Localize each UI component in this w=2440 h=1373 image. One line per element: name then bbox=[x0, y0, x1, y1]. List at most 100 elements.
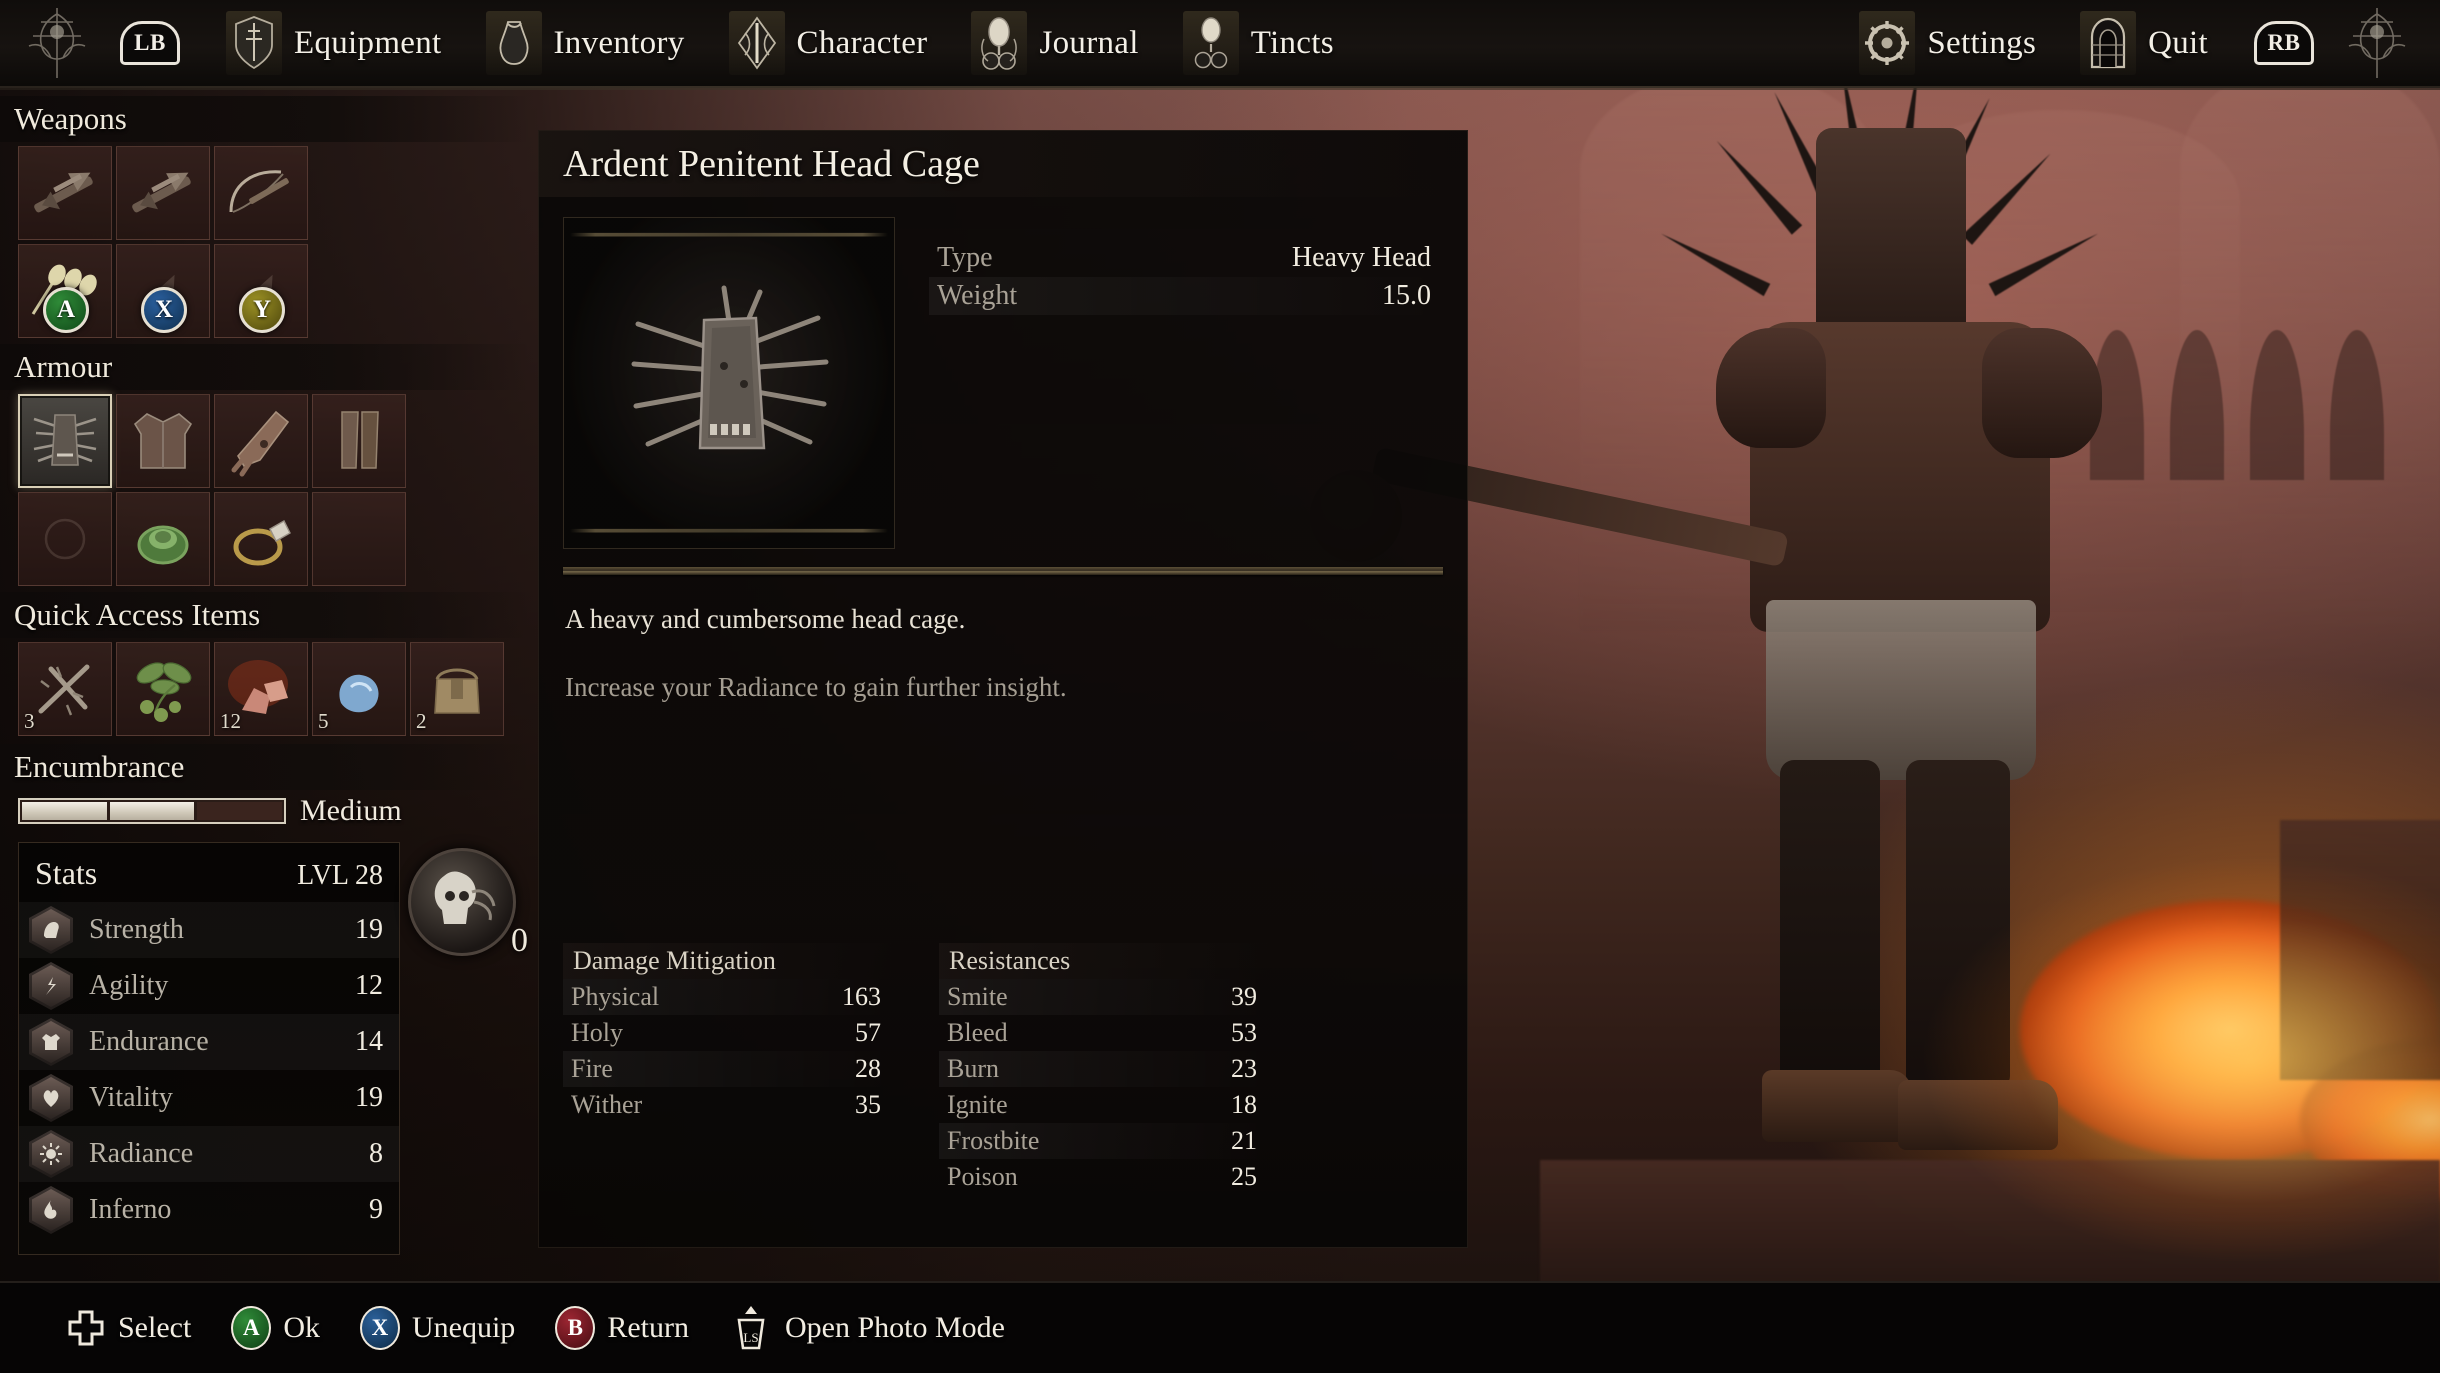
weapon-slot-arrows[interactable]: A bbox=[18, 244, 112, 338]
chain-skirt bbox=[1766, 600, 2036, 780]
agility-icon bbox=[29, 962, 73, 1010]
dpad-icon bbox=[68, 1310, 104, 1346]
arch-shadow bbox=[2250, 330, 2304, 480]
row-key: Frostbite bbox=[947, 1126, 1040, 1155]
row-value: 21 bbox=[1231, 1126, 1257, 1155]
arch-shadow bbox=[2090, 330, 2144, 480]
pouch-icon bbox=[485, 11, 542, 75]
stat-row-vitality[interactable]: Vitality 19 bbox=[19, 1070, 399, 1126]
heraldry-right-icon bbox=[2338, 0, 2416, 86]
weapon-slot-crossbow-2[interactable] bbox=[116, 146, 210, 240]
hint-unequip-label: Unequip bbox=[411, 1311, 516, 1344]
armour-grid bbox=[0, 394, 530, 586]
table-row: Wither 35 bbox=[563, 1087, 893, 1123]
quick-slot-frost[interactable]: 5 bbox=[312, 642, 406, 736]
item-icon-frame bbox=[563, 217, 895, 549]
quick-slot-qty: 12 bbox=[220, 709, 241, 733]
hint-unequip[interactable]: X Unequip bbox=[359, 1306, 516, 1350]
stat-value: 14 bbox=[355, 1026, 383, 1057]
table-row: Fire 28 bbox=[563, 1051, 893, 1087]
table-row: Smite 39 bbox=[939, 979, 1269, 1015]
cathedral-silhouette bbox=[1880, 110, 2240, 610]
hint-return[interactable]: B Return bbox=[555, 1306, 689, 1350]
weapons-grid: A X Y bbox=[0, 146, 530, 338]
strength-icon bbox=[29, 906, 73, 954]
stat-row-inferno[interactable]: Inferno 9 bbox=[19, 1182, 399, 1238]
stat-row-strength[interactable]: Strength 19 bbox=[19, 902, 399, 958]
nav-right-group: Settings Quit RB bbox=[1837, 0, 2416, 86]
armour-slot-gauntlets[interactable] bbox=[214, 394, 308, 488]
tab-inventory[interactable]: Inventory bbox=[464, 11, 707, 75]
stat-value: 19 bbox=[355, 914, 383, 945]
weapon-slot-empty-x[interactable]: X bbox=[116, 244, 210, 338]
weapon-slot-crossbow-1[interactable] bbox=[18, 146, 112, 240]
armour-slot-chest[interactable] bbox=[116, 394, 210, 488]
weapon-slot-empty-y[interactable]: Y bbox=[214, 244, 308, 338]
armour-slot-head[interactable] bbox=[18, 394, 112, 488]
armour-slot-empty-ring[interactable] bbox=[312, 492, 406, 586]
nav-left-group: LB Equipment Inventory Character Journal… bbox=[18, 0, 1356, 86]
encumbrance-segment bbox=[22, 802, 107, 820]
tab-character[interactable]: Character bbox=[707, 11, 950, 75]
armour-slot-legs[interactable] bbox=[312, 394, 406, 488]
damage-mitigation-title: Damage Mitigation bbox=[563, 943, 893, 979]
stats-header: Stats LVL 28 bbox=[19, 851, 399, 902]
hint-ok-label: Ok bbox=[283, 1311, 320, 1344]
quick-slot-satchel[interactable]: 2 bbox=[410, 642, 504, 736]
torso bbox=[1750, 322, 2050, 632]
hint-select[interactable]: Select bbox=[66, 1308, 191, 1348]
tab-equipment[interactable]: Equipment bbox=[204, 11, 464, 75]
character-crest-icon bbox=[728, 11, 785, 75]
spiked-head-cage-icon bbox=[631, 285, 829, 450]
table-row: Holy 57 bbox=[563, 1015, 893, 1051]
armour-slot-empty-amulet[interactable] bbox=[18, 492, 112, 586]
hint-return-label: Return bbox=[607, 1311, 689, 1344]
table-row: Burn 23 bbox=[939, 1051, 1269, 1087]
lava-pool bbox=[2300, 1040, 2440, 1200]
hint-photo-mode[interactable]: LS Open Photo Mode bbox=[729, 1304, 1005, 1352]
foreground-rock bbox=[2280, 820, 2440, 1080]
item-property-row: Weight 15.0 bbox=[929, 277, 1443, 315]
stat-label: Agility bbox=[89, 970, 169, 1001]
helm-spike bbox=[1930, 95, 1996, 210]
quick-slot-thorn-relic[interactable]: 3 bbox=[18, 642, 112, 736]
tab-journal-label: Journal bbox=[1039, 24, 1139, 61]
button-prompt-a[interactable]: A bbox=[43, 287, 89, 333]
stat-row-agility[interactable]: Agility 12 bbox=[19, 958, 399, 1014]
hint-ok[interactable]: A Ok bbox=[231, 1306, 320, 1350]
armour-slot-ring-green[interactable] bbox=[116, 492, 210, 586]
button-prompt-y[interactable]: Y bbox=[239, 287, 285, 333]
encumbrance-segment bbox=[197, 802, 283, 820]
stat-row-endurance[interactable]: Endurance 14 bbox=[19, 1014, 399, 1070]
tab-tincts[interactable]: Tincts bbox=[1161, 11, 1356, 75]
heraldry-left-icon bbox=[18, 0, 96, 86]
arch-shadow bbox=[2330, 330, 2384, 480]
row-key: Fire bbox=[571, 1054, 613, 1083]
row-key: Physical bbox=[571, 982, 660, 1011]
quick-slot-ember[interactable]: 12 bbox=[214, 642, 308, 736]
weapon-slot-bow[interactable] bbox=[214, 146, 308, 240]
armour-slot-ring-gold[interactable] bbox=[214, 492, 308, 586]
right-bumper-button[interactable]: RB bbox=[2254, 21, 2314, 65]
menu-settings[interactable]: Settings bbox=[1837, 11, 2058, 75]
helm-spike bbox=[1961, 148, 2056, 245]
quick-slot-herb[interactable] bbox=[116, 642, 210, 736]
row-value: 28 bbox=[855, 1054, 881, 1083]
row-key: Wither bbox=[571, 1090, 643, 1119]
vigor-emblem: 0 bbox=[408, 848, 528, 959]
svg-text:LS: LS bbox=[743, 1330, 758, 1345]
journal-lantern-icon bbox=[971, 11, 1028, 75]
stat-row-radiance[interactable]: Radiance 8 bbox=[19, 1126, 399, 1182]
description-secondary: Increase your Radiance to gain further i… bbox=[565, 672, 1067, 703]
character-model bbox=[1310, 60, 2430, 1260]
stats-level: LVL 28 bbox=[297, 860, 383, 891]
menu-quit[interactable]: Quit bbox=[2058, 11, 2230, 75]
pauldron-left bbox=[1716, 328, 1826, 448]
button-prompt-x[interactable]: X bbox=[141, 287, 187, 333]
left-bumper-button[interactable]: LB bbox=[120, 21, 180, 65]
table-row: Physical 163 bbox=[563, 979, 893, 1015]
table-row: Frostbite 21 bbox=[939, 1123, 1269, 1159]
emblem-count: 0 bbox=[511, 922, 528, 959]
tab-journal[interactable]: Journal bbox=[949, 11, 1160, 75]
table-row: Poison 25 bbox=[939, 1159, 1269, 1195]
